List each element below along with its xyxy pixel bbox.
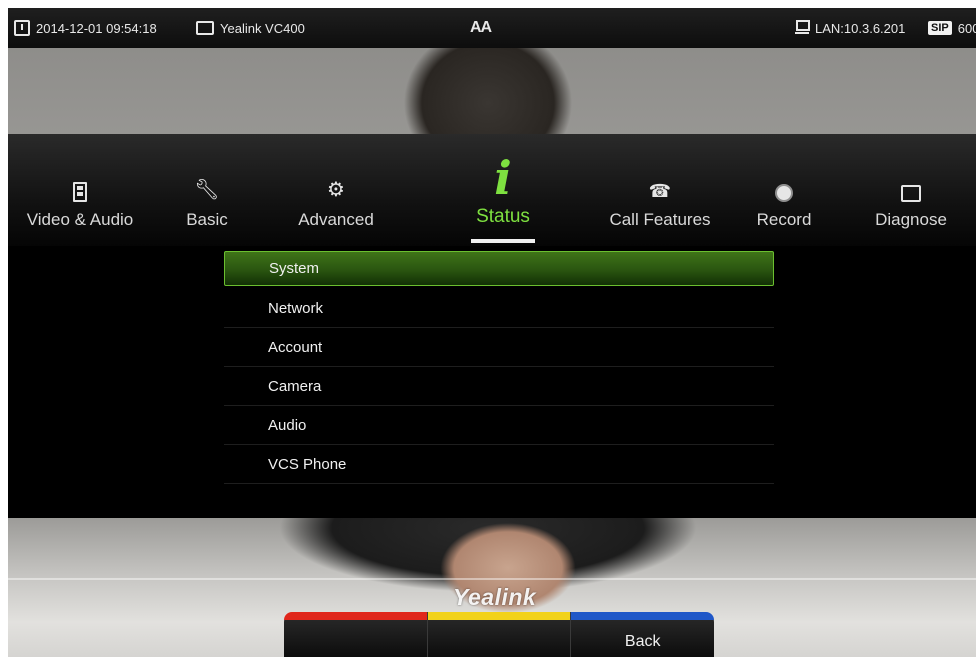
menu-item-vcs-phone[interactable]: VCS Phone (224, 445, 774, 484)
tab-label: Diagnose (875, 210, 947, 229)
tab-advanced[interactable]: ⚙ Advanced (276, 134, 396, 246)
tab-status[interactable]: i Status (443, 134, 563, 246)
tab-record[interactable]: Record (724, 134, 844, 246)
tab-label: Video & Audio (26, 210, 134, 229)
menu-item-label: Camera (268, 377, 322, 395)
record-icon (775, 166, 793, 202)
menu-item-label: Audio (268, 416, 307, 434)
tab-call-features[interactable]: ☎ Call Features (600, 134, 720, 246)
tab-label: Record (756, 210, 812, 229)
tab-label: Call Features (609, 210, 711, 229)
font-size-indicator: AA (470, 8, 492, 48)
info-icon: i (494, 151, 512, 205)
back-button-label: Back (624, 633, 661, 650)
menu-item-account[interactable]: Account (224, 328, 774, 367)
datetime-text: 2014-12-01 09:54:18 (36, 20, 157, 36)
blue-key-bar (571, 612, 715, 620)
menu-item-system[interactable]: System (224, 251, 774, 286)
device-name-text: Yealink VC400 (220, 20, 305, 36)
menu-item-label: System (269, 260, 320, 277)
tab-label: Status (476, 206, 530, 227)
device-icon (196, 21, 214, 35)
red-key-bar (284, 612, 427, 620)
softkey-yellow[interactable] (426, 612, 571, 657)
device-name: Yealink VC400 (196, 8, 305, 48)
yealink-watermark: Yealink (453, 584, 537, 610)
vc400-screen: 2014-12-01 09:54:18 Yealink VC400 AA LAN… (8, 8, 976, 657)
tab-diagnose[interactable]: Diagnose (851, 134, 971, 246)
menu-panel: Video & Audio 🔧︎ Basic ⚙ Advanced i Stat… (8, 134, 976, 518)
softkey-red[interactable] (284, 612, 427, 657)
menu-item-label: Network (268, 299, 324, 317)
lan-status: LAN:10.3.6.201 (795, 8, 905, 48)
call-features-icon: ☎ (648, 181, 672, 201)
back-button[interactable]: Back (570, 612, 715, 657)
datetime-display: 2014-12-01 09:54:18 (14, 8, 157, 48)
tab-video-audio[interactable]: Video & Audio (20, 134, 140, 246)
tab-basic[interactable]: 🔧︎ Basic (147, 134, 267, 246)
network-icon (795, 20, 810, 36)
tab-label: Advanced (298, 210, 374, 229)
yellow-key-bar (427, 612, 571, 620)
sip-status: SIP 6004 (928, 8, 976, 48)
font-size-icon: AA (470, 19, 492, 36)
diagnose-icon (901, 166, 921, 202)
softkey-bar: Back (284, 612, 715, 657)
status-bar: 2014-12-01 09:54:18 Yealink VC400 AA LAN… (8, 8, 976, 48)
menu-item-audio[interactable]: Audio (224, 406, 774, 445)
menu-tabs: Video & Audio 🔧︎ Basic ⚙ Advanced i Stat… (8, 134, 976, 246)
menu-item-label: Account (268, 338, 323, 356)
status-menu-list: System Network Account Camera Audio VCS … (224, 251, 774, 484)
lan-address: LAN:10.3.6.201 (815, 20, 906, 36)
sip-account: 6004 (957, 20, 976, 36)
menu-item-camera[interactable]: Camera (224, 367, 774, 406)
clock-icon (14, 20, 30, 36)
wrench-icon: 🔧︎ (194, 179, 220, 201)
active-tab-indicator (471, 239, 535, 243)
tab-label: Basic (186, 210, 228, 229)
menu-item-network[interactable]: Network (224, 289, 774, 328)
menu-item-label: VCS Phone (268, 455, 347, 473)
desk-edge (8, 578, 976, 580)
gear-icon: ⚙ (327, 179, 345, 201)
video-audio-icon (73, 166, 87, 202)
sip-icon: SIP (928, 21, 952, 35)
